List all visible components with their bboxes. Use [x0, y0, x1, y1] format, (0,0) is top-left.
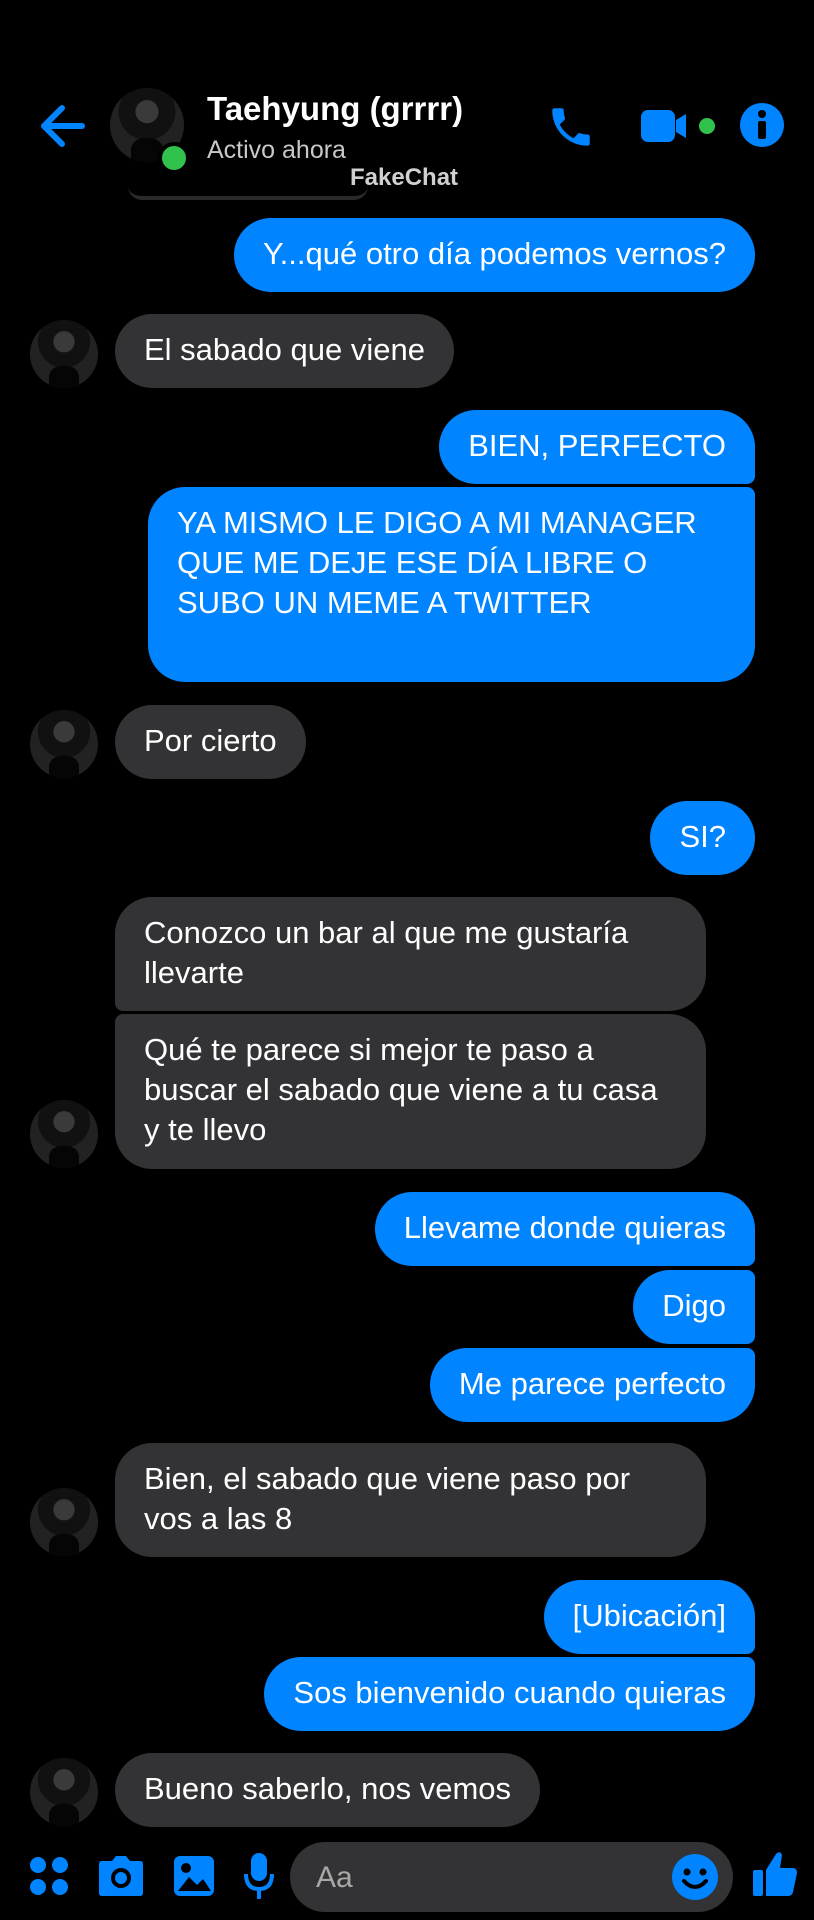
- video-camera-icon[interactable]: [640, 106, 720, 146]
- received-message[interactable]: Conozco un bar al que me gustaría llevar…: [115, 897, 706, 1011]
- received-message[interactable]: El sabado que viene: [115, 314, 454, 388]
- sent-message[interactable]: Me parece perfecto: [429, 1348, 755, 1422]
- contact-avatar-small: [30, 710, 98, 778]
- sent-message[interactable]: Llevame donde quieras: [374, 1192, 755, 1266]
- sent-message[interactable]: [Ubicación]: [543, 1580, 755, 1654]
- info-icon[interactable]: [739, 102, 785, 148]
- previous-message-edge: [128, 186, 368, 200]
- contact-status: Activo ahora: [207, 136, 346, 164]
- received-message[interactable]: Bueno saberlo, nos vemos: [115, 1753, 541, 1827]
- back-arrow-icon[interactable]: [38, 104, 86, 148]
- sent-message[interactable]: Sos bienvenido cuando quieras: [264, 1657, 755, 1731]
- online-indicator: [158, 142, 190, 174]
- contact-avatar-small: [30, 1100, 98, 1168]
- contact-avatar-small: [30, 1758, 98, 1826]
- received-message[interactable]: Qué te parece si mejor te paso a buscar …: [115, 1014, 706, 1169]
- microphone-icon[interactable]: [244, 1852, 274, 1900]
- contact-avatar-small: [30, 1488, 98, 1556]
- message-composer[interactable]: [290, 1842, 733, 1912]
- received-message[interactable]: Por cierto: [115, 705, 306, 779]
- phone-icon[interactable]: [546, 102, 596, 152]
- camera-icon[interactable]: [98, 1855, 144, 1897]
- message-input[interactable]: [314, 1852, 638, 1904]
- contact-name[interactable]: Taehyung (grrrr): [207, 90, 463, 128]
- sent-message[interactable]: BIEN, PERFECTO: [439, 410, 755, 484]
- gallery-icon[interactable]: [173, 1855, 215, 1897]
- contact-avatar-small: [30, 320, 98, 388]
- sent-message[interactable]: Digo: [633, 1270, 755, 1344]
- sent-message[interactable]: YA MISMO LE DIGO A MI MANAGER QUE ME DEJ…: [148, 487, 755, 682]
- sent-message[interactable]: Y...qué otro día podemos vernos?: [233, 218, 755, 292]
- thumbs-up-icon[interactable]: [752, 1850, 798, 1898]
- received-message[interactable]: Bien, el sabado que viene paso por vos a…: [115, 1443, 706, 1557]
- apps-icon[interactable]: [28, 1855, 70, 1897]
- sent-message[interactable]: SI?: [650, 801, 755, 875]
- emoji-icon[interactable]: [671, 1853, 719, 1901]
